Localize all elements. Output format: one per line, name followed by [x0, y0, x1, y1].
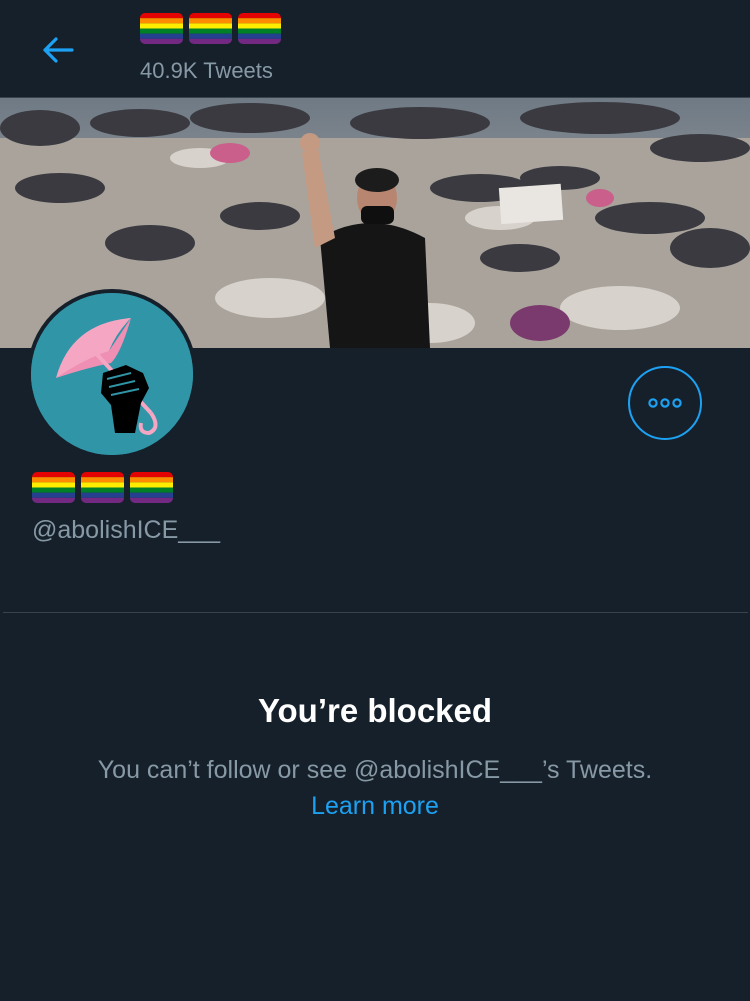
avatar-image	[31, 293, 193, 455]
rainbow-flag-icon	[238, 13, 281, 44]
rainbow-flag-icon	[32, 472, 75, 503]
rainbow-flag-icon	[189, 13, 232, 44]
avatar[interactable]	[27, 289, 197, 459]
arrow-left-icon	[43, 37, 74, 63]
rainbow-flag-icon	[81, 472, 124, 503]
header-display-name	[140, 13, 281, 44]
rainbow-flag-icon	[130, 472, 173, 503]
profile-display-name	[32, 472, 173, 503]
profile-handle: @abolishICE___	[32, 516, 220, 544]
rainbow-flag-icon	[140, 13, 183, 44]
divider	[3, 612, 748, 613]
more-horizontal-icon	[648, 398, 682, 408]
back-button[interactable]	[36, 30, 80, 70]
umbrella-fist-icon	[31, 293, 193, 455]
blocked-message: You can’t follow or see @abolishICE___’s…	[97, 756, 653, 784]
blocked-title: You’re blocked	[257, 692, 493, 729]
tweet-count: 40.9K Tweets	[140, 58, 273, 83]
more-options-button[interactable]	[628, 366, 702, 440]
top-bar: 40.9K Tweets	[0, 0, 750, 98]
learn-more-link[interactable]: Learn more	[0, 792, 750, 821]
